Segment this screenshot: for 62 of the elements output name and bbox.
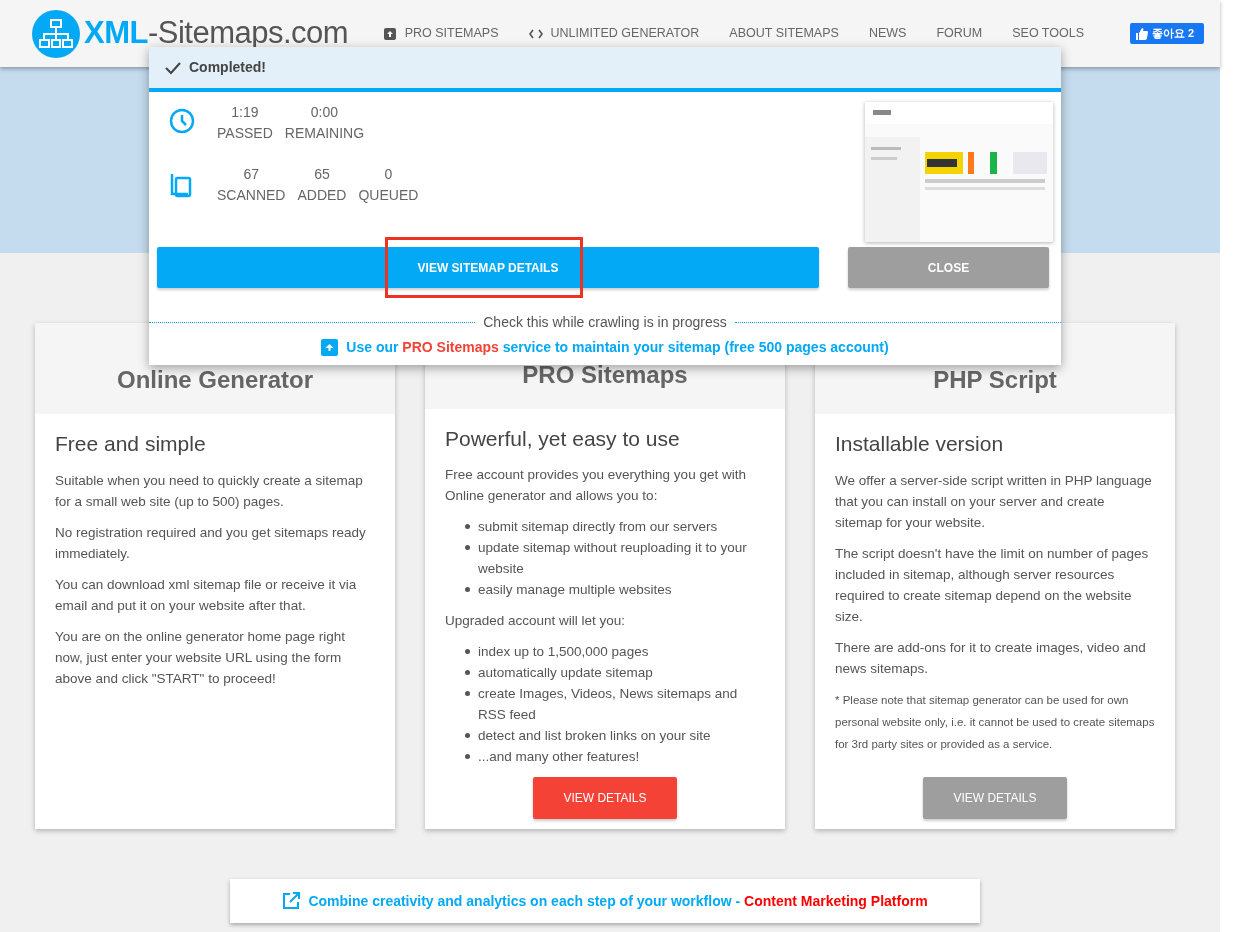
list-item: automatically update sitemap (478, 664, 653, 682)
bullet-icon (465, 670, 470, 675)
bullet-icon (465, 649, 470, 654)
card-title: PHP Script (933, 365, 1057, 395)
bullet-icon (465, 524, 470, 529)
pro-link[interactable]: PRO Sitemaps (402, 339, 499, 355)
sitemap-logo-icon[interactable] (32, 9, 80, 58)
paragraph: The script doesn't have the limit on number of pages included in sitemap, although server resources required to create sitemap depend on the website size. (835, 544, 1150, 626)
nav-link[interactable]: SEO TOOLS (1012, 24, 1084, 43)
nav-link[interactable]: PRO SITEMAPS (382, 24, 499, 43)
bullet-icon (465, 691, 470, 696)
stat-label: QUEUED (358, 186, 419, 205)
promo-text: Use our PRO Sitemaps service to maintain your sitemap (free 500 pages account) (346, 338, 889, 357)
banner-text: Combine creativity and analytics on each step of your workflow - Content Marketing Platform (308, 891, 928, 911)
card-title: Online Generator (116, 365, 313, 395)
bullet-icon (465, 754, 470, 759)
paragraph: No registration required and you get sitemaps ready immediately. (55, 523, 367, 563)
list-item: ...and many other features! (478, 748, 640, 766)
bullet-icon (465, 587, 470, 592)
list-item: submit sitemap directly from our servers (478, 518, 718, 536)
paragraph: We offer a server-side script written in PHP language that you can install on your server and create sitemap for your website. (835, 471, 1153, 532)
card-subtitle: Free and simple (55, 431, 207, 457)
content-link[interactable]: Content Marketing Platform (744, 892, 928, 909)
nav-link[interactable]: UNLIMITED GENERATOR (528, 24, 700, 43)
paragraph: There are add-ons for it to create images, video and news sitemaps. (835, 638, 1147, 678)
list-item: detect and list broken links on your site (478, 727, 711, 745)
bullet-icon (465, 733, 470, 738)
divider-text: Check this while crawling is in progress (483, 313, 727, 332)
card-subtitle: Installable version (835, 431, 1005, 457)
view-details-button[interactable]: VIEW DETAILS (923, 777, 1067, 819)
check-icon (165, 60, 181, 75)
stat-label: REMAINING (284, 124, 365, 143)
paragraph: Suitable when you need to quickly create a sitemap for a small web site (up to 500) pages. (55, 471, 364, 511)
stat-value: 1:19 (230, 103, 260, 122)
thumbs-up-icon (1136, 27, 1148, 40)
list-item: index up to 1,500,000 pages (478, 643, 649, 661)
bullet-icon (465, 545, 470, 550)
card-subtitle: Powerful, yet easy to use (445, 425, 681, 452)
nav-link[interactable]: ABOUT SITEMAPS (729, 24, 839, 43)
stat-label: SCANNED (217, 186, 286, 205)
note-text: * Please note that sitemap generator can be used for own personal website only, i.e. it cannot be used to create sitemaps for 3rd party sites or provided as a service. (835, 692, 1155, 752)
paragraph: You can download xml sitemap file or receive it via email and put it on your website after that. (55, 575, 358, 615)
upload-icon (382, 26, 397, 41)
stat-label: ADDED (297, 186, 347, 205)
upload-icon (321, 339, 339, 356)
stat-label: PASSED (217, 124, 273, 143)
paragraph: You are on the online generator home page right now, just enter your website URL using the form above and click "START" to proceed! (55, 627, 346, 688)
nav-link[interactable]: FORUM (936, 24, 983, 43)
list-item: easily manage multiple websites (478, 581, 672, 599)
dialog-title: Completed! (189, 58, 266, 77)
stat-value: 0 (383, 165, 394, 184)
stat-value: 65 (313, 165, 331, 184)
close-button[interactable]: CLOSE (848, 247, 1049, 288)
card-title: PRO Sitemaps (522, 359, 688, 390)
paragraph: Upgraded account will let you: (445, 612, 627, 630)
stat-value: 0:00 (309, 103, 340, 122)
nav-link[interactable]: NEWS (868, 24, 907, 43)
stat-value: 67 (242, 165, 260, 184)
like-button[interactable]: 좋아요 2 (1130, 23, 1204, 44)
view-details-button[interactable]: VIEW DETAILS (533, 777, 677, 819)
paragraph: Free account provides you everything you get with Online generator and allows you to: (445, 466, 747, 505)
external-link-icon (282, 892, 301, 910)
